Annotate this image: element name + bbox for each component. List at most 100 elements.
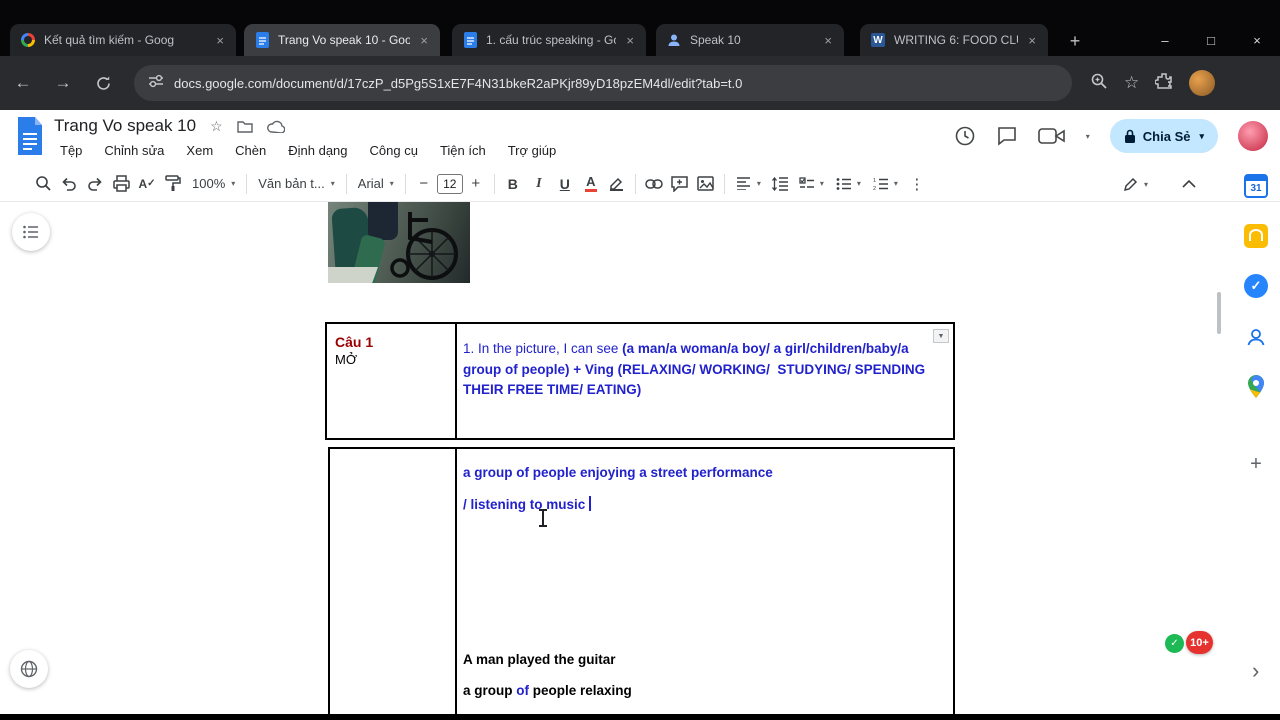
bookmark-star-icon[interactable]: ☆ — [1124, 73, 1139, 93]
hide-menus-icon[interactable] — [1176, 171, 1202, 197]
checklist-select[interactable]: ▾ — [793, 171, 830, 197]
bulleted-list-select[interactable]: ▾ — [830, 171, 867, 197]
answer-line-1[interactable]: a group of people enjoying a street perf… — [463, 465, 773, 480]
zoom-select[interactable]: 100% ▾ — [186, 171, 241, 197]
video-call-caret-icon[interactable]: ▾ — [1086, 132, 1090, 141]
url-omnibox[interactable]: docs.google.com/document/d/17czP_d5Pg5S1… — [134, 65, 1072, 101]
docs-account-avatar[interactable] — [1238, 121, 1268, 151]
numbered-list-select[interactable]: 1 2 ▾ — [867, 171, 904, 197]
line-spacing-icon[interactable] — [767, 171, 793, 197]
divider — [404, 173, 406, 194]
cau1-content[interactable]: 1. In the picture, I can see (a man/a wo… — [463, 339, 943, 401]
tab-close-icon[interactable]: × — [624, 34, 636, 47]
text-color-button[interactable]: A — [578, 171, 604, 197]
menu-file[interactable]: Tệp — [54, 140, 88, 161]
divider — [493, 173, 495, 194]
document-photo-wheelchair[interactable] — [328, 202, 470, 283]
paragraph-style-select[interactable]: Văn bản t... ▾ — [252, 171, 341, 197]
menu-tools[interactable]: Công cụ — [364, 140, 424, 161]
menu-view[interactable]: Xem — [180, 140, 219, 161]
highlight-color-icon[interactable] — [604, 171, 630, 197]
tab-close-icon[interactable]: × — [214, 34, 226, 47]
tab-writing-food-club[interactable]: W WRITING 6: FOOD CLUB × — [860, 24, 1048, 56]
menu-insert[interactable]: Chèn — [229, 140, 272, 161]
site-settings-icon[interactable] — [148, 74, 164, 93]
italic-button[interactable]: I — [526, 171, 552, 197]
document-canvas[interactable]: Câu 1 MỞ 1. In the picture, I can see (a… — [0, 202, 1280, 715]
version-history-icon[interactable] — [954, 125, 976, 147]
explore-button[interactable] — [10, 650, 48, 688]
font-select[interactable]: Arial ▾ — [352, 171, 400, 197]
redo-icon[interactable] — [82, 171, 108, 197]
document-title[interactable]: Trang Vo speak 10 — [54, 116, 196, 136]
font-size-input[interactable]: 12 — [436, 173, 463, 194]
keep-icon[interactable] — [1244, 224, 1268, 248]
hide-side-panel-chevron-icon[interactable]: › — [1252, 658, 1259, 684]
cloud-status-icon[interactable] — [266, 120, 285, 133]
svg-text:1: 1 — [873, 178, 876, 184]
menu-extensions[interactable]: Tiện ích — [434, 140, 492, 161]
share-button[interactable]: Chia Sẻ ▾ — [1109, 119, 1218, 153]
tab-speak-10[interactable]: Speak 10 × — [656, 24, 844, 56]
back-icon[interactable]: ← — [6, 66, 40, 100]
table-answer[interactable]: a group of people enjoying a street perf… — [328, 447, 955, 715]
spellcheck-icon[interactable]: A ✓ — [134, 171, 160, 197]
share-caret-icon[interactable]: ▾ — [1199, 131, 1204, 142]
paint-format-icon[interactable] — [160, 171, 186, 197]
extensions-icon[interactable] — [1154, 72, 1173, 95]
add-comment-icon[interactable] — [667, 171, 693, 197]
tab-close-icon[interactable]: × — [418, 34, 430, 47]
docs-header: Trang Vo speak 10 ☆ Tệp Chỉnh sửa Xem Ch… — [0, 110, 1280, 166]
browser-profile-avatar[interactable] — [1189, 70, 1216, 96]
print-icon[interactable] — [108, 171, 134, 197]
scrollbar-thumb[interactable] — [1217, 292, 1221, 334]
tasks-icon[interactable]: ✓ — [1244, 274, 1268, 298]
underline-button[interactable]: U — [552, 171, 578, 197]
comments-icon[interactable] — [996, 125, 1018, 147]
calendar-icon[interactable]: 31 — [1244, 174, 1268, 198]
table-quick-menu-icon[interactable]: ▼ — [933, 329, 949, 343]
decrease-font-size-button[interactable]: − — [411, 171, 437, 197]
answer-line-3[interactable]: A man played the guitar — [463, 652, 616, 667]
search-menus-icon[interactable] — [30, 171, 56, 197]
insert-image-icon[interactable] — [693, 171, 719, 197]
maps-icon[interactable] — [1244, 375, 1268, 399]
menu-help[interactable]: Trợ giúp — [502, 140, 563, 161]
tab-cau-truc-speaking[interactable]: 1. cấu trúc speaking - Go × — [452, 24, 646, 56]
green-status-badge[interactable]: ✓ — [1165, 634, 1184, 653]
tab-close-icon[interactable]: × — [1026, 34, 1038, 47]
more-options-icon[interactable]: ⋮ — [904, 171, 930, 197]
insert-link-icon[interactable] — [641, 171, 667, 197]
answer-line-4[interactable]: a group of people relaxing — [463, 683, 632, 698]
new-tab-button[interactable]: + — [1062, 28, 1088, 54]
zoom-icon[interactable] — [1090, 72, 1108, 95]
bold-button[interactable]: B — [500, 171, 526, 197]
menu-edit[interactable]: Chỉnh sửa — [98, 140, 170, 161]
tab-search-results[interactable]: Kết quả tìm kiếm - Goog × — [10, 24, 236, 56]
move-folder-icon[interactable] — [236, 120, 253, 133]
chevron-down-icon: ▾ — [893, 179, 898, 188]
table-cau-1[interactable]: Câu 1 MỞ 1. In the picture, I can see (a… — [325, 322, 955, 440]
notification-count-badge[interactable]: 10+ — [1186, 631, 1213, 654]
video-call-icon[interactable] — [1037, 127, 1066, 145]
minimize-button[interactable]: – — [1142, 24, 1188, 56]
tab-close-icon[interactable]: × — [822, 34, 834, 47]
editing-mode-select[interactable]: ▾ — [1117, 171, 1154, 197]
forward-icon[interactable]: → — [46, 66, 80, 100]
tab-trang-vo-speak-10[interactable]: Trang Vo speak 10 - Goo × — [244, 24, 440, 56]
side-panel-add-icon[interactable]: + — [1244, 452, 1268, 476]
answer-line-2[interactable]: / listening to music — [463, 496, 591, 512]
style-value: Văn bản t... — [258, 176, 325, 191]
google-docs-logo[interactable] — [16, 117, 44, 155]
maximize-button[interactable]: □ — [1188, 24, 1234, 56]
url-text[interactable]: docs.google.com/document/d/17czP_d5Pg5S1… — [174, 76, 742, 91]
close-button[interactable]: × — [1234, 24, 1280, 56]
menu-format[interactable]: Định dạng — [282, 140, 353, 161]
contacts-icon[interactable] — [1244, 325, 1268, 349]
show-outline-button[interactable] — [12, 213, 50, 251]
star-icon[interactable]: ☆ — [210, 118, 223, 135]
increase-font-size-button[interactable]: + — [463, 171, 489, 197]
undo-icon[interactable] — [56, 171, 82, 197]
reload-icon[interactable] — [86, 66, 120, 100]
align-select[interactable]: ▾ — [730, 171, 767, 197]
